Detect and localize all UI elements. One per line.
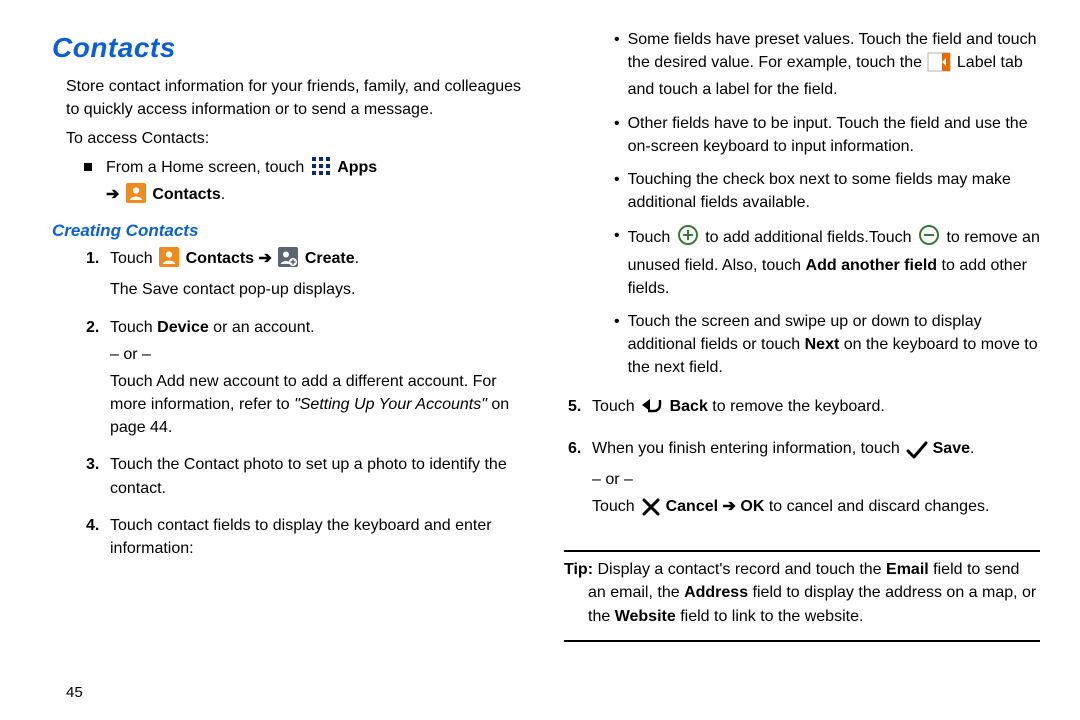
text: Website [615, 608, 676, 625]
manual-page: Contacts Store contact information for y… [0, 0, 1080, 720]
text: Create [305, 250, 355, 267]
text: Email [886, 561, 929, 578]
check-icon [906, 441, 926, 464]
step-6: 6. When you finish entering information,… [568, 437, 1048, 527]
sub-bullet-4: Touch to add additional fields.Touch to … [614, 224, 1048, 300]
step-1-line1: Touch Contacts ➔ Create. [110, 247, 536, 274]
cross-reference: "Setting Up Your Accounts" [294, 396, 487, 413]
access-bullet-text: From a Home screen, touch Apps ➔ Contact… [106, 156, 377, 210]
step-2-line1: Touch Device or an account. [110, 316, 536, 339]
text: Touch [592, 498, 639, 515]
step-number: 3. [86, 453, 110, 476]
minus-circle-icon [918, 224, 940, 253]
steps-list: 1. Touch Contacts ➔ Create. The Save con… [86, 247, 536, 574]
step-number: 4. [86, 514, 110, 537]
text: Touching the check box next to some fiel… [628, 168, 1048, 214]
text: When you finish entering information, to… [592, 440, 904, 457]
tip-box: Tip: Display a contact's record and touc… [564, 550, 1040, 642]
back-icon [641, 397, 663, 422]
create-contact-icon [278, 247, 298, 274]
square-bullet-icon [84, 163, 92, 171]
text: Touch [592, 398, 639, 415]
step-3: 3. Touch the Contact photo to set up a p… [86, 453, 536, 503]
text: to remove the keyboard. [712, 398, 885, 415]
apps-grid-icon [311, 156, 331, 183]
right-column: Some fields have preset values. Touch th… [560, 28, 1048, 704]
step-number: 6. [568, 437, 592, 460]
text: Touch [110, 250, 153, 267]
step-number: 2. [86, 316, 110, 339]
sub-bullet-5: Touch the screen and swipe up or down to… [614, 310, 1048, 380]
step-5-text: Touch Back to remove the keyboard. [592, 395, 1048, 422]
text: Other fields have to be input. Touch the… [628, 112, 1048, 158]
text: Device [157, 319, 209, 336]
step-4: 4. Touch contact fields to display the k… [86, 514, 536, 564]
sub-bullet-1: Some fields have preset values. Touch th… [614, 28, 1048, 102]
text: Contacts [186, 250, 254, 267]
step-6-line1: When you finish entering information, to… [592, 437, 1048, 464]
sub-bullet-3: Touching the check box next to some fiel… [614, 168, 1048, 214]
text: to cancel and discard changes. [769, 498, 990, 515]
step-number: 5. [568, 395, 592, 418]
steps-list-right: 5. Touch Back to remove the keyboard. 6.… [568, 395, 1048, 536]
text: Touch [110, 319, 157, 336]
text: OK [740, 498, 764, 515]
text: Cancel [666, 498, 718, 515]
step-6-line2: Touch Cancel ➔ OK to cancel and discard … [592, 495, 1048, 522]
access-bullet: From a Home screen, touch Apps ➔ Contact… [84, 156, 536, 210]
access-heading: To access Contacts: [66, 127, 536, 150]
label-tab-icon [928, 53, 950, 78]
text: to add additional fields.Touch [705, 229, 916, 246]
text: Address [684, 584, 748, 601]
left-column: Contacts Store contact information for y… [52, 28, 560, 704]
step-2-line2: Touch Add new account to add a different… [110, 370, 536, 440]
arrow-icon: ➔ [723, 498, 741, 515]
text: Display a contact's record and touch the [593, 561, 886, 578]
step-number: 1. [86, 247, 110, 270]
step-1-line2: The Save contact pop-up displays. [110, 278, 536, 301]
or-divider: – or – [592, 468, 1048, 491]
text: field to link to the website. [676, 608, 864, 625]
contacts-label: Contacts [152, 186, 220, 203]
text: Touch [628, 229, 675, 246]
plus-circle-icon [677, 224, 699, 253]
text: or an account. [209, 319, 315, 336]
contacts-icon [126, 183, 146, 210]
field-sublist: Some fields have preset values. Touch th… [614, 28, 1048, 389]
step-2: 2. Touch Device or an account. – or – To… [86, 316, 536, 444]
page-number: 45 [66, 670, 536, 704]
step-3-text: Touch the Contact photo to set up a phot… [110, 453, 536, 499]
step-5: 5. Touch Back to remove the keyboard. [568, 395, 1048, 426]
arrow-icon: ➔ [106, 186, 119, 203]
sub-bullet-2: Other fields have to be input. Touch the… [614, 112, 1048, 158]
subsection-title: Creating Contacts [52, 219, 536, 244]
apps-label: Apps [337, 159, 377, 176]
text: . [355, 250, 359, 267]
step-4-text: Touch contact fields to display the keyb… [110, 514, 536, 560]
text: Next [805, 336, 840, 353]
text: . [970, 440, 974, 457]
text: Save [933, 440, 970, 457]
text: Back [670, 398, 708, 415]
arrow-icon: ➔ [259, 250, 272, 267]
text: . [221, 186, 225, 203]
x-icon [641, 497, 659, 522]
tip-text: Tip: Display a contact's record and touc… [588, 558, 1040, 628]
section-title: Contacts [52, 28, 536, 69]
step-1: 1. Touch Contacts ➔ Create. The Save con… [86, 247, 536, 305]
text: From a Home screen, touch [106, 159, 304, 176]
tip-label: Tip: [564, 561, 593, 578]
or-divider: – or – [110, 343, 536, 366]
text: Add another field [806, 257, 938, 274]
intro-paragraph: Store contact information for your frien… [66, 75, 536, 121]
contacts-icon [159, 247, 179, 274]
